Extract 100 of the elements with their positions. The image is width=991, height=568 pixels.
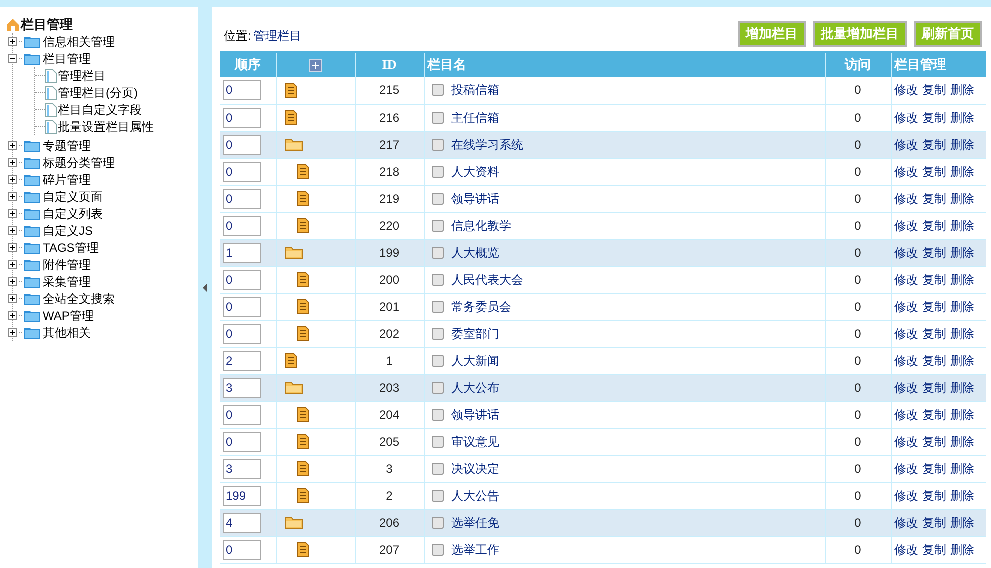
action-link[interactable]: 复制: [922, 162, 946, 180]
action-link[interactable]: 修改: [894, 514, 918, 532]
action-link[interactable]: 修改: [894, 378, 918, 396]
action-link[interactable]: 复制: [922, 514, 946, 532]
order-field[interactable]: 0: [223, 162, 261, 182]
checkbox[interactable]: [432, 220, 444, 232]
action-link[interactable]: 修改: [894, 432, 918, 450]
checkbox[interactable]: [432, 382, 444, 394]
order-field[interactable]: 0: [223, 188, 261, 208]
action-link[interactable]: 删除: [950, 244, 974, 262]
order-field[interactable]: 0: [223, 540, 261, 560]
category-link[interactable]: 人民代表大会: [452, 270, 524, 288]
checkbox[interactable]: [432, 166, 444, 178]
order-field[interactable]: 4: [223, 512, 261, 532]
location-link[interactable]: 管理栏目: [253, 27, 302, 45]
expand-icon[interactable]: [8, 294, 17, 303]
action-link[interactable]: 修改: [894, 81, 918, 100]
expand-icon[interactable]: [8, 277, 17, 286]
action-link[interactable]: 删除: [950, 162, 974, 180]
action-link[interactable]: 修改: [894, 270, 918, 288]
checkbox[interactable]: [432, 84, 444, 96]
checkbox[interactable]: [432, 328, 444, 340]
action-link[interactable]: 复制: [922, 406, 946, 424]
action-link[interactable]: 删除: [950, 190, 974, 208]
order-field[interactable]: 199: [223, 486, 261, 506]
tree-item[interactable]: 专题管理: [43, 136, 91, 154]
action-link[interactable]: 修改: [894, 352, 918, 370]
action-link[interactable]: 复制: [922, 540, 946, 558]
action-link[interactable]: 复制: [922, 460, 946, 478]
expand-icon[interactable]: [8, 209, 17, 218]
checkbox[interactable]: [432, 354, 444, 366]
action-link[interactable]: 删除: [950, 406, 974, 424]
checkbox[interactable]: [432, 408, 444, 420]
order-field[interactable]: 1: [223, 242, 261, 262]
expand-icon[interactable]: [8, 226, 17, 235]
order-field[interactable]: 0: [223, 296, 261, 316]
action-link[interactable]: 复制: [922, 270, 946, 288]
action-link[interactable]: 删除: [950, 540, 974, 558]
category-link[interactable]: 投稿信箱: [452, 81, 500, 100]
action-link[interactable]: 复制: [922, 244, 946, 262]
action-link[interactable]: 删除: [950, 216, 974, 234]
tree-item[interactable]: TAGS管理: [43, 238, 99, 256]
category-link[interactable]: 选举工作: [452, 540, 500, 558]
expand-icon[interactable]: [8, 175, 17, 184]
action-link[interactable]: 删除: [950, 136, 974, 154]
action-link[interactable]: 复制: [922, 136, 946, 154]
order-field[interactable]: 0: [223, 324, 261, 344]
tree-item[interactable]: 管理栏目: [58, 66, 106, 84]
action-link[interactable]: 修改: [894, 244, 918, 262]
tree-item[interactable]: 其他相关: [43, 324, 91, 342]
category-link[interactable]: 人大公布: [452, 378, 500, 396]
action-link[interactable]: 复制: [922, 486, 946, 504]
tree-item[interactable]: 自定义JS: [43, 222, 94, 240]
category-link[interactable]: 人大公告: [452, 486, 500, 504]
action-link[interactable]: 修改: [894, 298, 918, 316]
action-link[interactable]: 删除: [950, 324, 974, 342]
tree-item[interactable]: 附件管理: [43, 256, 91, 274]
tree-item[interactable]: WAP管理: [43, 306, 94, 324]
checkbox[interactable]: [432, 274, 444, 286]
category-link[interactable]: 人大概览: [452, 244, 500, 262]
action-link[interactable]: 修改: [894, 460, 918, 478]
expand-icon[interactable]: [8, 141, 17, 150]
tree-item[interactable]: 碎片管理: [43, 170, 91, 188]
action-link[interactable]: 修改: [894, 216, 918, 234]
category-link[interactable]: 委室部门: [452, 324, 500, 342]
tree-item[interactable]: 标题分类管理: [43, 154, 115, 172]
order-field[interactable]: 2: [223, 350, 261, 370]
expand-icon[interactable]: [8, 243, 17, 252]
action-link[interactable]: 修改: [894, 190, 918, 208]
action-link[interactable]: 删除: [950, 352, 974, 370]
expand-all-icon[interactable]: [309, 58, 322, 72]
category-link[interactable]: 领导讲话: [452, 190, 500, 208]
order-field[interactable]: 3: [223, 378, 261, 398]
action-link[interactable]: 复制: [922, 190, 946, 208]
checkbox[interactable]: [432, 490, 444, 502]
category-link[interactable]: 人大新闻: [452, 352, 500, 370]
order-field[interactable]: 0: [223, 216, 261, 236]
expand-icon[interactable]: [8, 260, 17, 269]
action-link[interactable]: 修改: [894, 540, 918, 558]
action-link[interactable]: 复制: [922, 216, 946, 234]
expand-icon[interactable]: [8, 311, 17, 320]
order-field[interactable]: 0: [223, 108, 261, 128]
action-link[interactable]: 修改: [894, 486, 918, 504]
action-link[interactable]: 修改: [894, 136, 918, 154]
action-link[interactable]: 修改: [894, 406, 918, 424]
action-link[interactable]: 删除: [950, 378, 974, 396]
category-link[interactable]: 审议意见: [452, 432, 500, 450]
category-link[interactable]: 选举任免: [452, 514, 500, 532]
action-link[interactable]: 删除: [950, 298, 974, 316]
action-link[interactable]: 复制: [922, 352, 946, 370]
category-link[interactable]: 在线学习系统: [452, 136, 524, 154]
checkbox[interactable]: [432, 192, 444, 204]
category-link[interactable]: 人大资料: [452, 162, 500, 180]
category-link[interactable]: 决议决定: [452, 460, 500, 478]
tree-item[interactable]: 自定义页面: [43, 188, 103, 206]
collapse-icon[interactable]: [8, 54, 17, 63]
action-link[interactable]: 复制: [922, 108, 946, 126]
tree-item[interactable]: 信息相关管理: [43, 32, 115, 50]
tree-item[interactable]: 全站全文搜索: [43, 290, 115, 308]
checkbox[interactable]: [432, 462, 444, 474]
